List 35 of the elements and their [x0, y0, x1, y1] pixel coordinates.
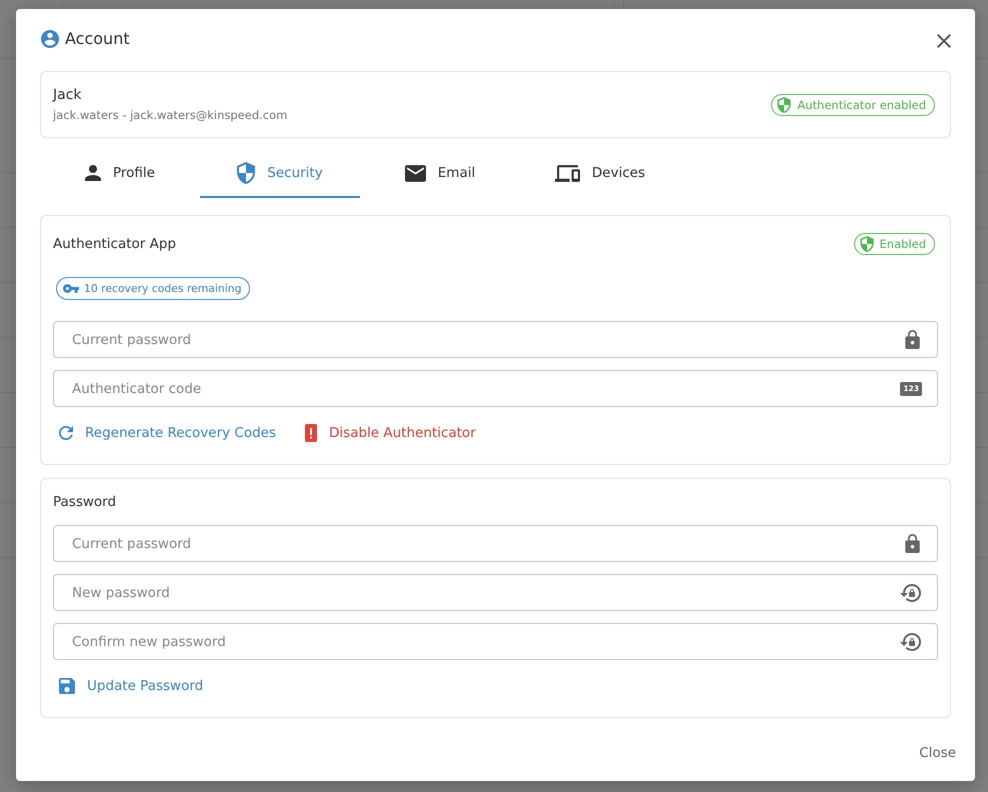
- lock-icon: [905, 534, 920, 553]
- lock-reset-icon: [900, 632, 921, 650]
- user-email: jack.waters - jack.waters@kinspeed.com: [53, 108, 288, 122]
- user-name: Jack: [53, 87, 83, 104]
- section-title: Password: [53, 494, 116, 510]
- status-badge: Enabled: [854, 233, 935, 255]
- envelope-icon: [404, 164, 426, 182]
- input-field[interactable]: Current password: [53, 525, 938, 562]
- save-button[interactable]: Update Password: [53, 674, 210, 698]
- alert-icon: [305, 424, 318, 442]
- save-icon: [59, 678, 75, 694]
- person-icon: [85, 165, 101, 181]
- refresh-icon: [59, 426, 73, 440]
- tab[interactable]: Email: [360, 150, 520, 198]
- shield-icon: [237, 162, 256, 184]
- shield-icon: [777, 96, 792, 112]
- authenticator-status-badge: Authenticator enabled: [771, 94, 935, 116]
- recovery-codes-badge: 10 recovery codes remaining: [56, 277, 250, 300]
- input-field[interactable]: New password: [53, 574, 938, 611]
- regenerate-button[interactable]: Regenerate Recovery Codes: [53, 421, 282, 445]
- tab[interactable]: Devices: [520, 150, 680, 198]
- tab[interactable]: Profile: [40, 150, 200, 198]
- input-field[interactable]: Confirm new password: [53, 623, 938, 660]
- close-button[interactable]: Close: [911, 741, 964, 765]
- laptop-phone-icon: [554, 164, 580, 182]
- section-title: Authenticator App: [53, 236, 176, 252]
- shield-icon: [860, 236, 874, 252]
- close-icon[interactable]: [937, 34, 951, 48]
- lock-icon: [905, 330, 920, 349]
- tab[interactable]: Security: [200, 150, 360, 198]
- dialog-title: Account: [65, 29, 130, 49]
- lock-reset-icon: [900, 584, 921, 602]
- disable-button[interactable]: Disable Authenticator: [299, 421, 482, 445]
- input-field[interactable]: Current password: [53, 321, 938, 358]
- key-icon: [63, 284, 79, 293]
